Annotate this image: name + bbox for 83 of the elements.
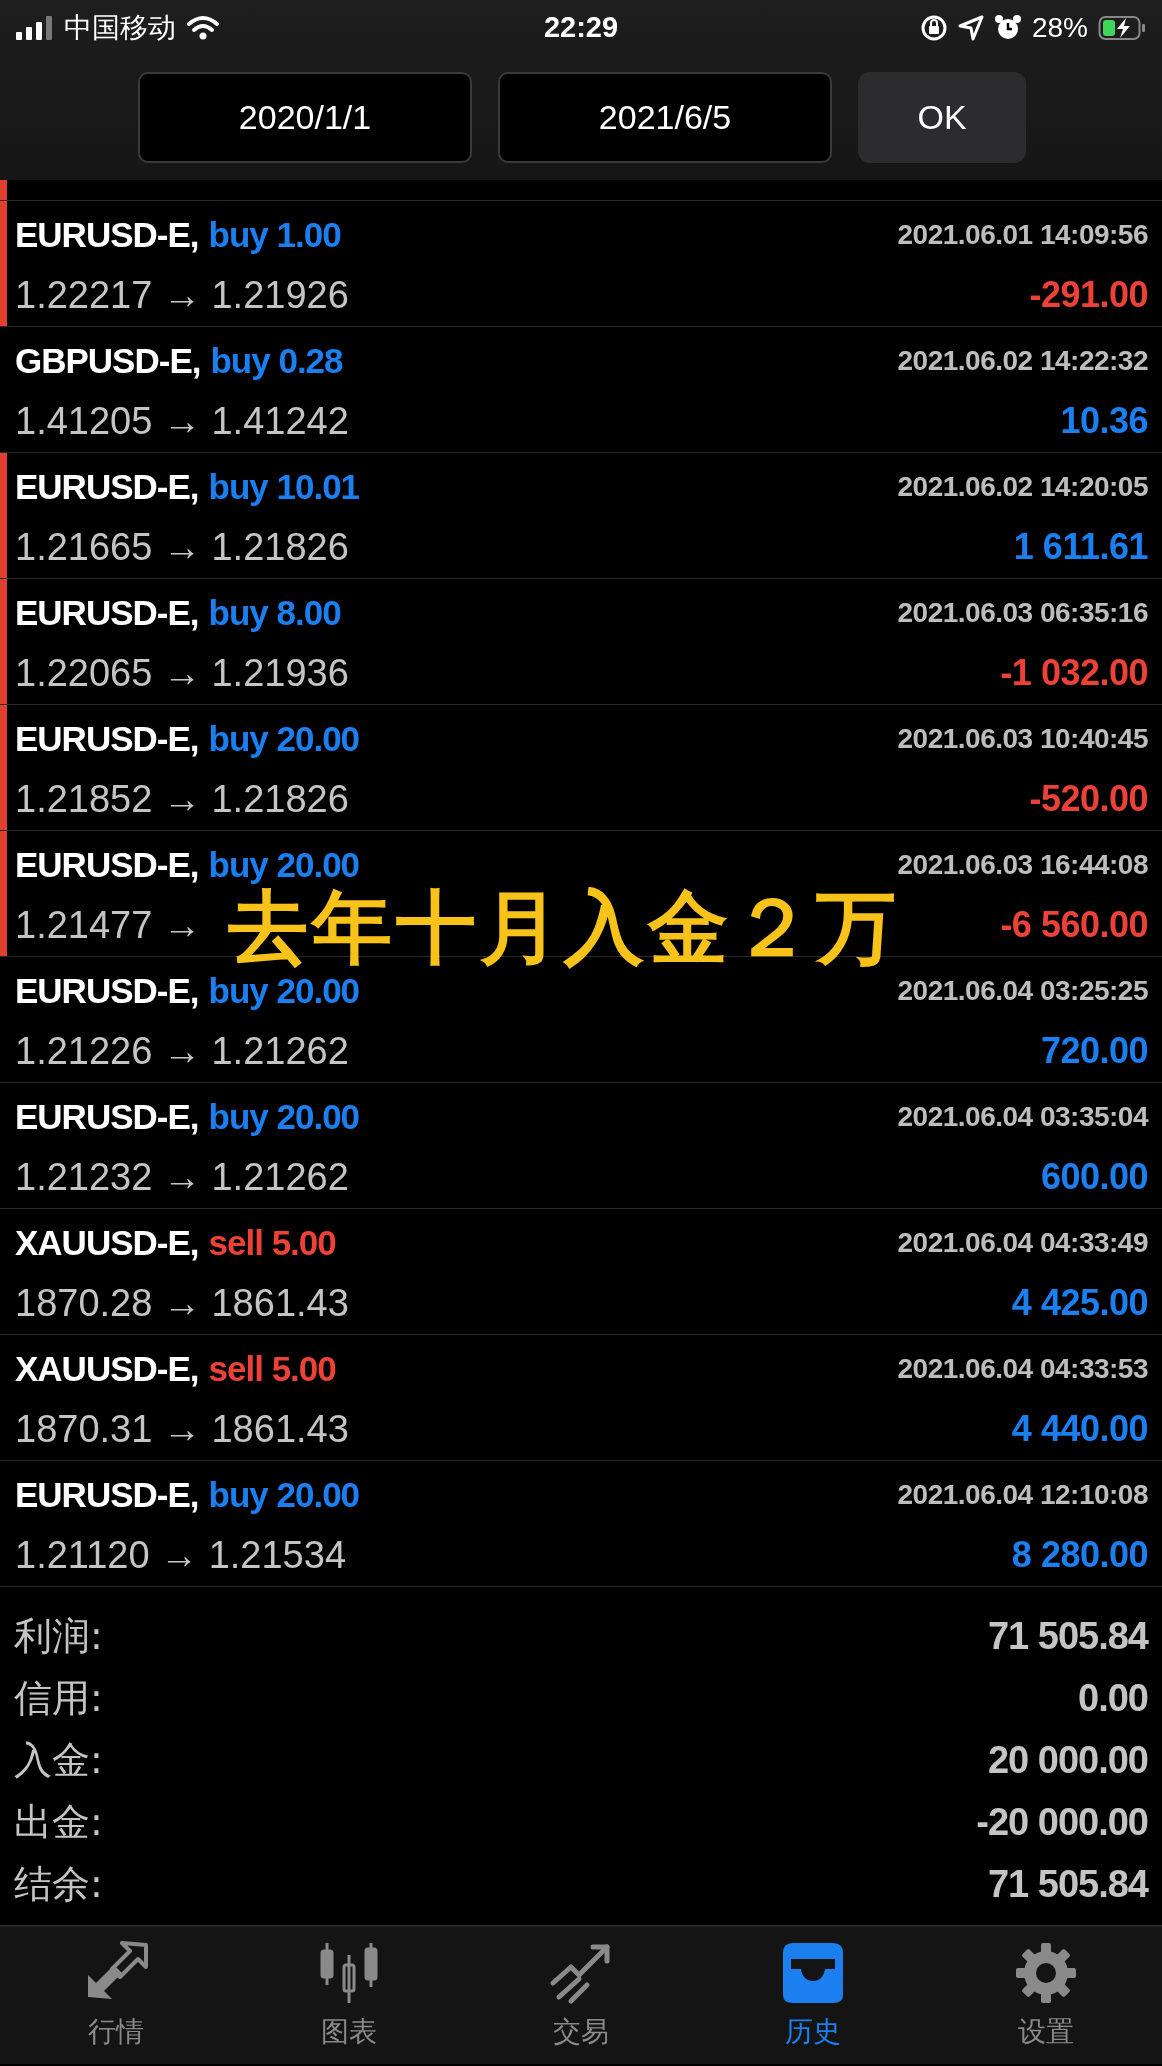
profit-value: 8 280.00	[1011, 1534, 1148, 1576]
trade-time: 2021.06.01 14:09:56	[897, 219, 1148, 251]
price-range: 1.21852 → 1.21826	[15, 777, 349, 821]
trade-time: 2021.06.04 12:10:08	[897, 1479, 1148, 1511]
profit-value: -291.00	[1029, 274, 1148, 316]
profit-value: -1 032.00	[1000, 652, 1148, 694]
symbol-label: EURUSD-E,	[15, 719, 199, 758]
battery-charging-icon	[1098, 14, 1146, 41]
signal-icon	[16, 15, 54, 40]
summary-value: 20 000.00	[987, 1738, 1148, 1782]
settings-icon	[1013, 1940, 1078, 2005]
price-range: 1.22217 → 1.21926	[15, 273, 349, 317]
price-range: 1.21477 →	[15, 903, 201, 947]
ok-button[interactable]: OK	[858, 72, 1026, 163]
symbol-label: XAUUSD-E,	[15, 1349, 199, 1388]
end-date-field[interactable]: 2021/6/5	[498, 72, 832, 163]
order-label: buy 20.00	[208, 1475, 360, 1514]
price-range: 1.21226 → 1.21262	[15, 1029, 349, 1073]
location-icon	[957, 14, 984, 41]
order-label: buy 20.00	[208, 1097, 360, 1136]
trade-time: 2021.06.03 06:35:16	[897, 597, 1148, 629]
rotation-lock-icon	[919, 13, 948, 42]
order-label: sell 5.00	[208, 1223, 336, 1262]
battery-percent: 28%	[1031, 11, 1088, 44]
order-label: buy 8.00	[208, 593, 341, 632]
summary-value: 0.00	[1078, 1676, 1148, 1720]
tab-button[interactable]: 历史	[697, 1927, 930, 2064]
tray-icon	[781, 1940, 846, 2005]
tab-button[interactable]: 图表	[232, 1927, 465, 2064]
clock-time: 22:29	[543, 11, 619, 43]
trade-time: 2021.06.02 14:20:05	[897, 471, 1148, 503]
profit-value: -6 560.00	[1000, 904, 1148, 946]
order-label: sell 5.00	[208, 1349, 336, 1388]
profit-value: 4 440.00	[1011, 1408, 1148, 1450]
symbol-label: GBPUSD-E,	[15, 341, 201, 380]
summary-label: 出金:	[14, 1798, 103, 1846]
trade-time: 2021.06.02 14:22:32	[897, 345, 1148, 377]
order-label: buy 0.28	[210, 341, 343, 380]
start-date-field[interactable]: 2020/1/1	[138, 72, 472, 163]
summary-value: 71 505.84	[987, 1862, 1148, 1906]
symbol-label: EURUSD-E,	[15, 845, 199, 884]
trade-time: 2021.06.03 16:44:08	[897, 849, 1148, 881]
price-range: 1.21120 → 1.21534	[15, 1533, 346, 1577]
summary-value: -20 000.00	[976, 1800, 1148, 1844]
price-range: 1.21232 → 1.21262	[15, 1155, 349, 1199]
symbol-label: EURUSD-E,	[15, 971, 199, 1010]
price-range: 1.41205 → 1.41242	[15, 399, 349, 443]
symbol-label: EURUSD-E,	[15, 467, 199, 506]
summary-label: 利润:	[14, 1612, 103, 1660]
symbol-label: EURUSD-E,	[15, 593, 199, 632]
tab-button[interactable]: 设置	[929, 1927, 1162, 2064]
symbol-label: EURUSD-E,	[15, 215, 199, 254]
trade-time: 2021.06.03 10:40:45	[897, 723, 1148, 755]
profit-value: 600.00	[1040, 1156, 1148, 1198]
tab-button[interactable]: 行情	[0, 1927, 233, 2064]
profit-value: 1 611.61	[1013, 526, 1148, 568]
carrier-name: 中国移动	[64, 10, 176, 45]
trade-time: 2021.06.04 03:25:25	[897, 975, 1148, 1007]
profit-value: 720.00	[1040, 1030, 1148, 1072]
symbol-label: EURUSD-E,	[15, 1097, 199, 1136]
profit-value: 4 425.00	[1011, 1282, 1148, 1324]
price-range: 1870.28 → 1861.43	[15, 1281, 349, 1325]
wifi-icon	[186, 14, 220, 41]
summary-label: 信用:	[14, 1674, 103, 1722]
trade-time: 2021.06.04 04:33:49	[897, 1227, 1148, 1259]
price-range: 1.21665 → 1.21826	[15, 525, 349, 569]
profit-value: 10.36	[1060, 400, 1148, 442]
trade-time: 2021.06.04 04:33:53	[897, 1353, 1148, 1385]
tab-button[interactable]: 交易	[464, 1927, 698, 2064]
profit-value: -520.00	[1029, 778, 1148, 820]
summary-value: 71 505.84	[987, 1614, 1148, 1658]
symbol-label: EURUSD-E,	[15, 1475, 199, 1514]
symbol-label: XAUUSD-E,	[15, 1223, 199, 1262]
trade-time: 2021.06.04 03:35:04	[897, 1101, 1148, 1133]
order-label: buy 10.01	[208, 467, 360, 506]
alarm-icon	[993, 13, 1022, 42]
order-label: buy 20.00	[208, 719, 360, 758]
summary-label: 入金:	[14, 1736, 103, 1784]
summary-label: 结余:	[14, 1860, 103, 1908]
order-label: buy 1.00	[208, 215, 341, 254]
price-range: 1.22065 → 1.21936	[15, 651, 349, 695]
price-range: 1870.31 → 1861.43	[15, 1407, 349, 1451]
order-label: buy 20.00	[208, 971, 360, 1010]
